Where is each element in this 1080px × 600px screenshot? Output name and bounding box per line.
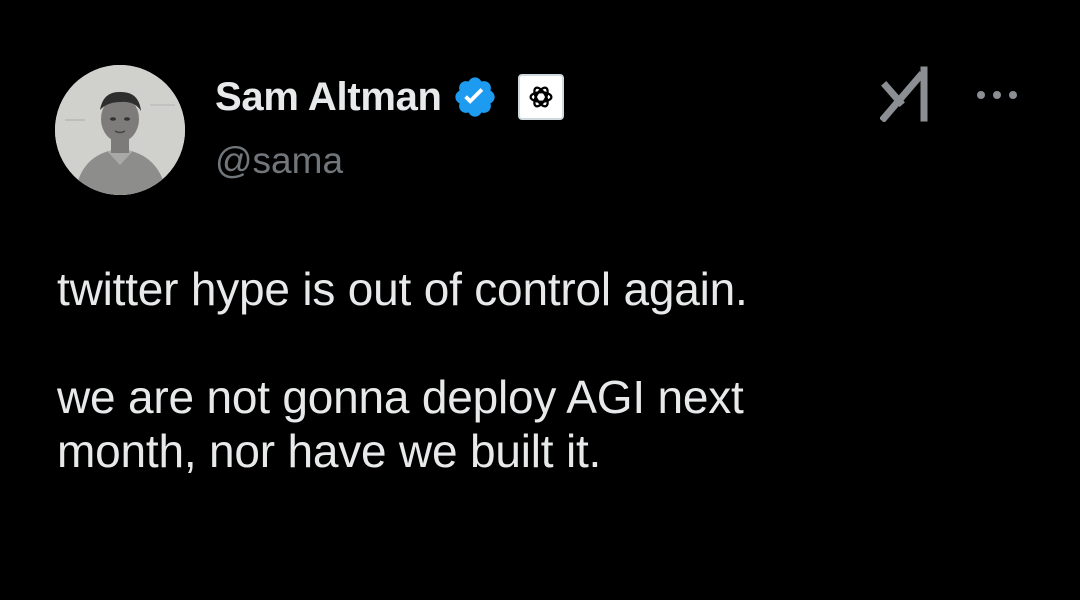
avatar-photo [55,65,185,195]
tweet-paragraph: twitter hype is out of control again. [57,263,748,315]
more-options-icon[interactable] [972,80,1022,110]
author-handle[interactable]: @sama [215,140,343,182]
tweet-paragraph: we are not gonna deploy AGI next month, … [57,371,744,477]
avatar[interactable] [55,65,185,195]
verified-checkmark-icon[interactable] [452,74,498,120]
tweet-text: twitter hype is out of control again. we… [57,262,1037,478]
affiliate-badge[interactable] [517,74,564,120]
tweet-card: Sam Altman @sama twitter hype is out of … [0,0,1080,600]
author-name-row: Sam Altman [215,72,564,122]
openai-logo-icon [529,86,553,108]
author-display-name[interactable]: Sam Altman [215,75,442,120]
grok-icon[interactable] [880,66,936,122]
